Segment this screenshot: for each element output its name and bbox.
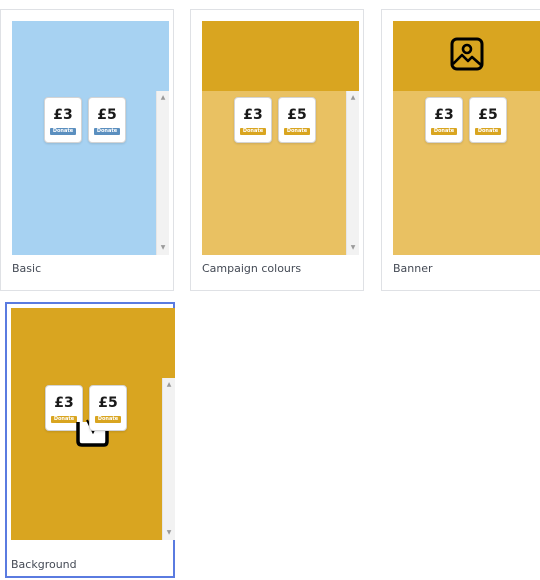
scroll-up-arrow-icon[interactable]: ▲ <box>157 94 169 102</box>
donation-amount: £5 <box>287 107 307 123</box>
donate-button[interactable]: Donate <box>284 128 310 135</box>
donation-amount: £5 <box>98 395 118 411</box>
donation-option-tile[interactable]: £5 Donate <box>469 97 507 143</box>
donation-option-tile[interactable]: £3 Donate <box>234 97 272 143</box>
scroll-down-arrow-icon[interactable]: ▼ <box>157 244 169 252</box>
donate-button[interactable]: Donate <box>95 416 121 423</box>
donation-amount: £3 <box>434 107 454 123</box>
preview-scrollbar[interactable]: ▲ ▼ <box>346 91 359 255</box>
scroll-down-arrow-icon[interactable]: ▼ <box>163 529 175 537</box>
banner-area <box>393 21 540 91</box>
template-label: Basic <box>12 262 42 275</box>
template-preview-banner: £3 Donate £5 Donate <box>393 21 540 255</box>
template-preview-campaign-colours: ▲ ▼ £3 Donate £5 Donate <box>202 21 359 255</box>
template-label: Campaign colours <box>202 262 302 275</box>
template-card-campaign-colours[interactable]: ▲ ▼ £3 Donate £5 Donate Campaign colours <box>190 9 364 291</box>
campaign-colour-band <box>202 21 359 91</box>
donation-amount: £3 <box>54 395 74 411</box>
template-gallery: ▲ ▼ £3 Donate £5 Donate Basic ▲ ▼ £3 Don… <box>0 0 540 580</box>
donate-button[interactable]: Donate <box>240 128 266 135</box>
donate-button[interactable]: Donate <box>475 128 501 135</box>
template-label: Banner <box>393 262 433 275</box>
donation-amount: £3 <box>53 107 73 123</box>
donation-amount: £3 <box>243 107 263 123</box>
donation-option-tile[interactable]: £5 Donate <box>89 385 127 431</box>
donate-button[interactable]: Donate <box>51 416 77 423</box>
image-icon <box>450 37 484 71</box>
donation-option-tile[interactable]: £3 Donate <box>425 97 463 143</box>
template-preview-basic: ▲ ▼ £3 Donate £5 Donate <box>12 21 169 255</box>
scroll-down-arrow-icon[interactable]: ▼ <box>347 244 359 252</box>
donation-option-tile[interactable]: £5 Donate <box>278 97 316 143</box>
preview-scrollbar[interactable]: ▲ ▼ <box>162 378 175 540</box>
donation-option-tile[interactable]: £3 Donate <box>44 97 82 143</box>
donate-button[interactable]: Donate <box>431 128 457 135</box>
donation-amount: £5 <box>478 107 498 123</box>
scroll-up-arrow-icon[interactable]: ▲ <box>163 381 175 389</box>
donation-option-tile[interactable]: £5 Donate <box>88 97 126 143</box>
template-card-background[interactable]: ▲ ▼ £3 Donate £5 Donate Background <box>5 302 175 578</box>
scroll-up-arrow-icon[interactable]: ▲ <box>347 94 359 102</box>
preview-scrollbar[interactable]: ▲ ▼ <box>156 91 169 255</box>
template-preview-background: ▲ ▼ £3 Donate £5 Donate <box>11 308 175 540</box>
donate-button[interactable]: Donate <box>50 128 76 135</box>
template-card-basic[interactable]: ▲ ▼ £3 Donate £5 Donate Basic <box>0 9 174 291</box>
template-card-banner[interactable]: £3 Donate £5 Donate Banner <box>381 9 540 291</box>
donate-button[interactable]: Donate <box>94 128 120 135</box>
donation-amount: £5 <box>97 107 117 123</box>
template-label: Background <box>11 558 77 571</box>
